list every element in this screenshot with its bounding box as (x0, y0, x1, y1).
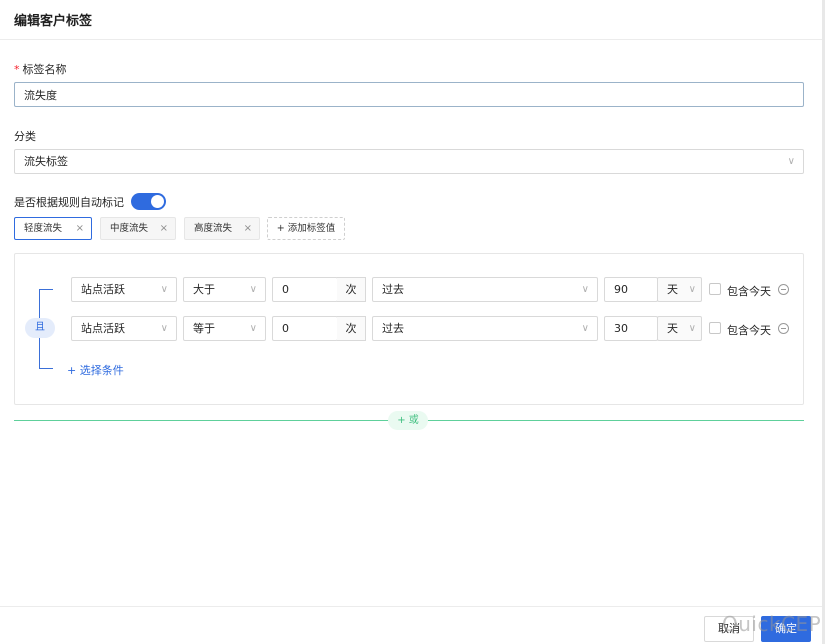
tag-value-medium-churn[interactable]: 中度流失 × (100, 217, 176, 240)
tag-value-high-churn[interactable]: 高度流失 × (184, 217, 260, 240)
days-unit-select[interactable]: 天 ∨ (657, 277, 702, 302)
chevron-down-icon: ∨ (581, 323, 589, 334)
days-value: 90 (614, 283, 628, 296)
count-unit: 次 (337, 277, 366, 302)
minus-circle-icon[interactable] (778, 284, 789, 295)
category-select[interactable]: 流失标签 ∨ (14, 149, 804, 174)
add-condition-link[interactable]: + 选择条件 (67, 362, 124, 378)
modal-footer (0, 606, 822, 644)
count-value: 0 (282, 322, 289, 335)
chevron-down-icon: ∨ (160, 323, 168, 334)
category-value: 流失标签 (24, 155, 68, 168)
include-today-checkbox[interactable] (709, 322, 721, 334)
days-unit-value: 天 (667, 322, 678, 335)
chevron-down-icon: ∨ (581, 284, 589, 295)
modal-header: 编辑客户标签 (0, 0, 822, 40)
chevron-down-icon: ∨ (787, 156, 795, 167)
modal-title: 编辑客户标签 (14, 14, 93, 29)
tag-name-input[interactable] (14, 82, 804, 107)
close-icon[interactable]: × (160, 218, 168, 239)
toggle-knob (151, 195, 164, 208)
count-value: 0 (282, 283, 289, 296)
condition-operator-select[interactable]: 等于 ∨ (183, 316, 266, 341)
condition-count-input[interactable]: 0 (272, 277, 338, 302)
minus-circle-icon[interactable] (778, 323, 789, 334)
category-label: 分类 (14, 130, 36, 143)
chevron-down-icon: ∨ (160, 284, 168, 295)
add-or-group-button[interactable]: + 或 (388, 411, 428, 430)
chevron-down-icon: ∨ (688, 284, 696, 295)
chevron-down-icon: ∨ (249, 284, 257, 295)
and-logic-chip[interactable]: 且 (25, 318, 55, 338)
auto-tag-label: 是否根据规则自动标记 (14, 196, 124, 209)
condition-metric-select[interactable]: 站点活跃 ∨ (71, 277, 177, 302)
include-today-checkbox[interactable] (709, 283, 721, 295)
condition-operator-select[interactable]: 大于 ∨ (183, 277, 266, 302)
watermark: QuickCEP (722, 612, 822, 636)
days-unit-value: 天 (667, 283, 678, 296)
condition-period-select[interactable]: 过去 ∨ (372, 316, 598, 341)
chevron-down-icon: ∨ (249, 323, 257, 334)
close-icon[interactable]: × (244, 218, 252, 239)
operator-value: 等于 (193, 322, 215, 335)
condition-days-input[interactable]: 90 (604, 277, 658, 302)
condition-period-select[interactable]: 过去 ∨ (372, 277, 598, 302)
tag-value-label: 中度流失 (110, 223, 149, 234)
tag-name-label-text: 标签名称 (22, 63, 67, 76)
days-value: 30 (614, 322, 628, 335)
required-mark: * (14, 63, 20, 76)
auto-tag-toggle[interactable] (131, 193, 166, 210)
days-unit-select[interactable]: 天 ∨ (657, 316, 702, 341)
include-today-label: 包含今天 (727, 285, 771, 298)
condition-days-input[interactable]: 30 (604, 316, 658, 341)
tag-value-light-churn[interactable]: 轻度流失 × (14, 217, 92, 240)
operator-value: 大于 (193, 283, 215, 296)
period-value: 过去 (382, 283, 404, 296)
condition-count-input[interactable]: 0 (272, 316, 338, 341)
metric-value: 站点活跃 (81, 322, 125, 335)
tag-value-label: 高度流失 (194, 223, 233, 234)
chevron-down-icon: ∨ (688, 323, 696, 334)
include-today-label: 包含今天 (727, 324, 771, 337)
add-tag-value-button[interactable]: + 添加标签值 (267, 217, 345, 240)
condition-metric-select[interactable]: 站点活跃 ∨ (71, 316, 177, 341)
tag-name-label: * 标签名称 (14, 61, 67, 77)
tag-value-label: 轻度流失 (24, 223, 63, 234)
count-unit: 次 (337, 316, 366, 341)
metric-value: 站点活跃 (81, 283, 125, 296)
period-value: 过去 (382, 322, 404, 335)
close-icon[interactable]: × (76, 218, 84, 239)
